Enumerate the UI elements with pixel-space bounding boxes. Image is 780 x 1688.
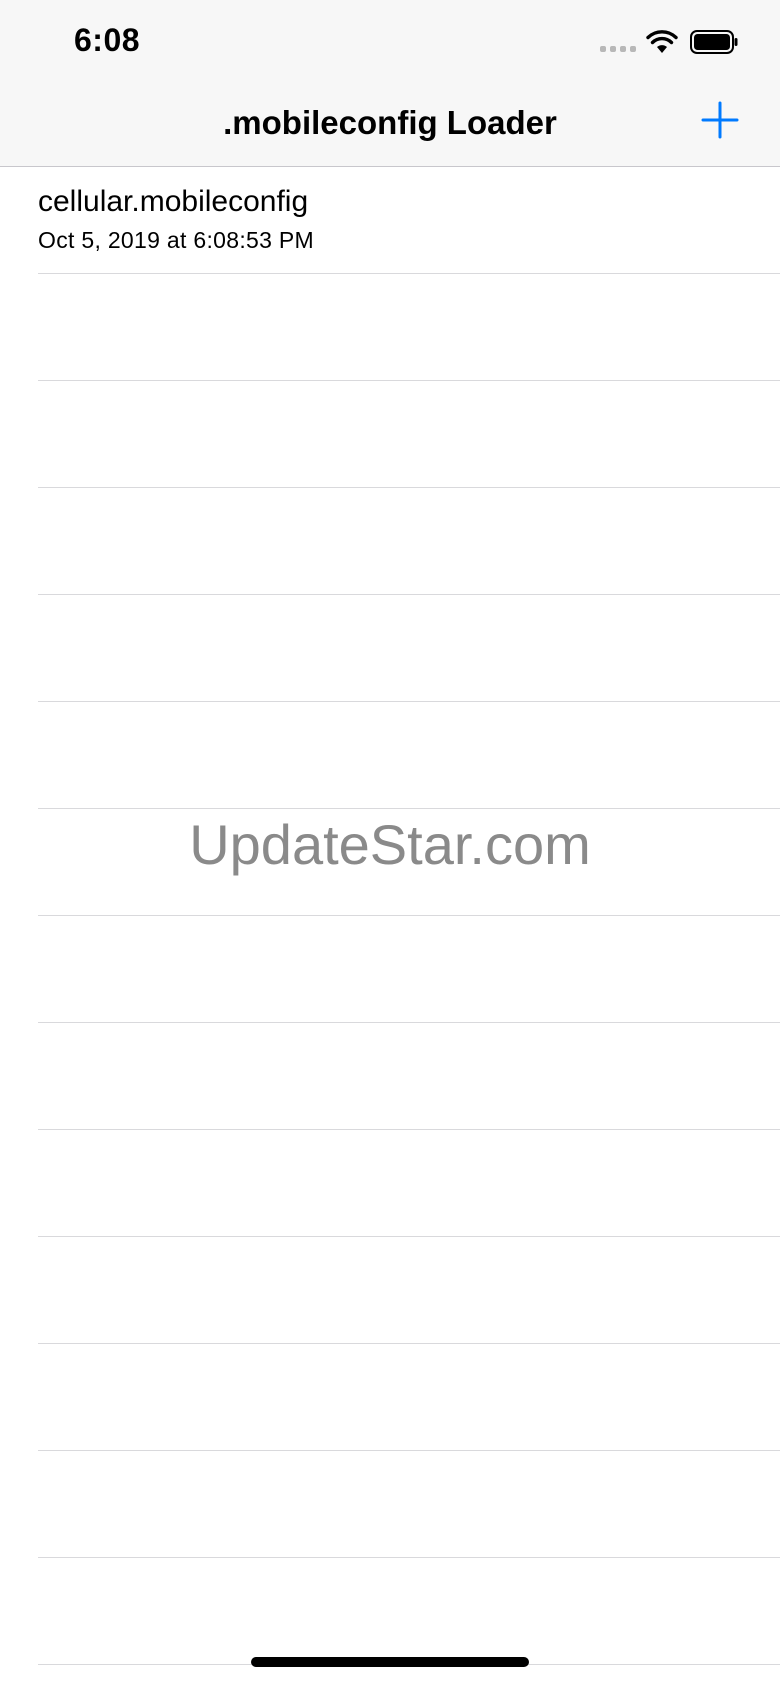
empty-row [0,381,780,488]
empty-row [0,1451,780,1558]
status-bar: 6:08 [0,0,780,86]
empty-row [0,1344,780,1451]
config-list: cellular.mobileconfig Oct 5, 2019 at 6:0… [0,167,780,1665]
empty-row [0,916,780,1023]
list-item-date: Oct 5, 2019 at 6:08:53 PM [38,227,314,253]
empty-row [0,274,780,381]
status-time: 6:08 [74,22,141,58]
empty-row [0,1023,780,1130]
list-item-title: cellular.mobileconfig [38,185,309,218]
empty-row [0,809,780,916]
home-indicator[interactable] [251,1657,529,1667]
empty-row [0,1237,780,1344]
cellular-signal-icon [600,46,636,52]
empty-row [0,702,780,809]
page-title: .mobileconfig Loader [223,104,557,141]
wifi-icon [646,30,678,53]
battery-icon [690,30,738,54]
empty-row [0,1558,780,1665]
empty-row [0,595,780,702]
list-item[interactable]: cellular.mobileconfig Oct 5, 2019 at 6:0… [0,167,780,274]
navigation-bar: .mobileconfig Loader [0,86,780,167]
empty-row [0,488,780,595]
empty-row [0,1130,780,1237]
add-button[interactable] [700,100,740,140]
